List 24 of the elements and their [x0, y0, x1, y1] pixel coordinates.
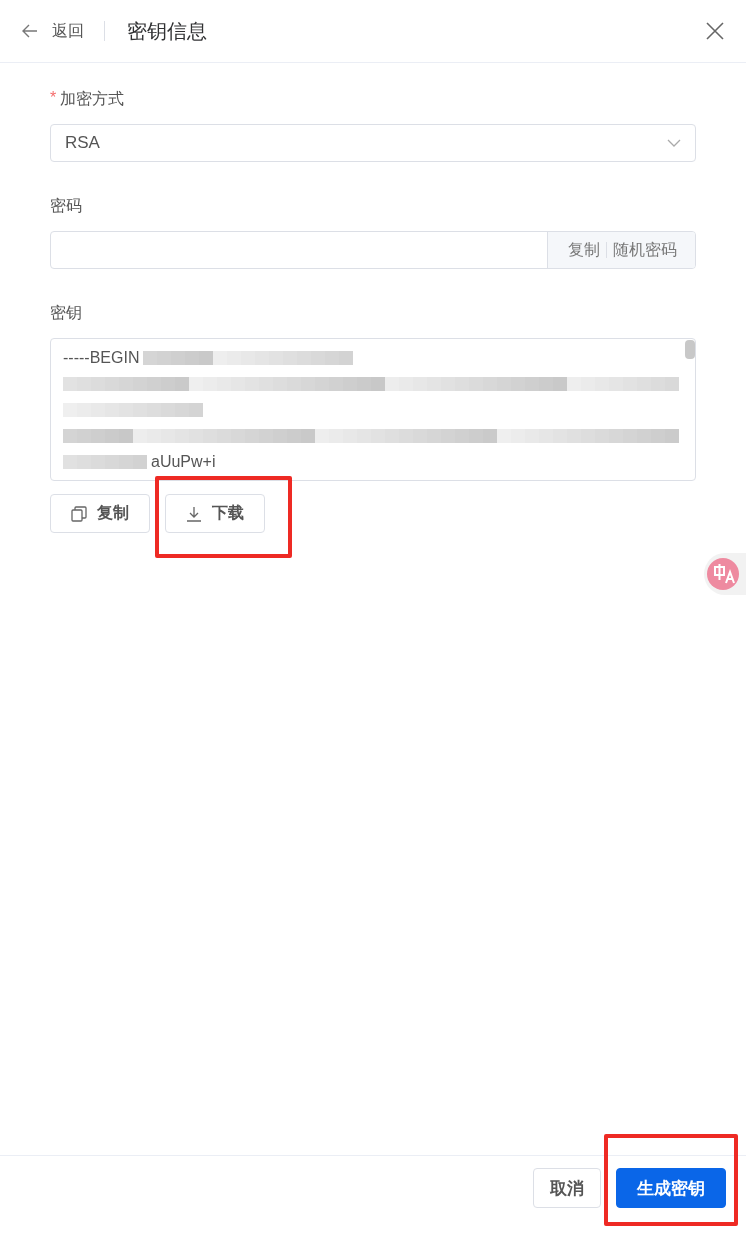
cancel-button[interactable]: 取消	[533, 1168, 601, 1208]
page-title: 密钥信息	[127, 18, 207, 44]
translate-icon[interactable]	[704, 553, 746, 595]
download-button[interactable]: 下载	[165, 494, 265, 533]
key-text: -----BEGIN	[63, 349, 140, 367]
back-button[interactable]: 返回	[22, 20, 84, 42]
required-mark: *	[50, 89, 57, 108]
password-action-button[interactable]: 复制	[568, 239, 600, 261]
download-icon	[186, 505, 202, 522]
field-label: 密码	[50, 196, 82, 216]
field-label: 加密方式	[60, 89, 125, 109]
key-textarea[interactable]: -----BEGIN aUuPw+i	[50, 338, 696, 481]
back-arrow-icon	[22, 24, 38, 38]
generate-button[interactable]: 生成密钥	[616, 1168, 726, 1208]
password-action-button[interactable]: 随机密码	[613, 239, 677, 261]
close-icon[interactable]	[706, 22, 724, 40]
key-text: aUuPw+i	[151, 453, 216, 471]
copy-button[interactable]: 复制	[50, 494, 150, 533]
copy-icon	[71, 505, 87, 522]
encryption-select[interactable]: RSA	[50, 124, 696, 162]
password-field[interactable]: 复制 随机密码	[50, 231, 696, 269]
scrollbar-thumb[interactable]	[685, 340, 695, 359]
field-label: 密钥	[50, 303, 82, 323]
chevron-down-icon	[667, 139, 681, 147]
